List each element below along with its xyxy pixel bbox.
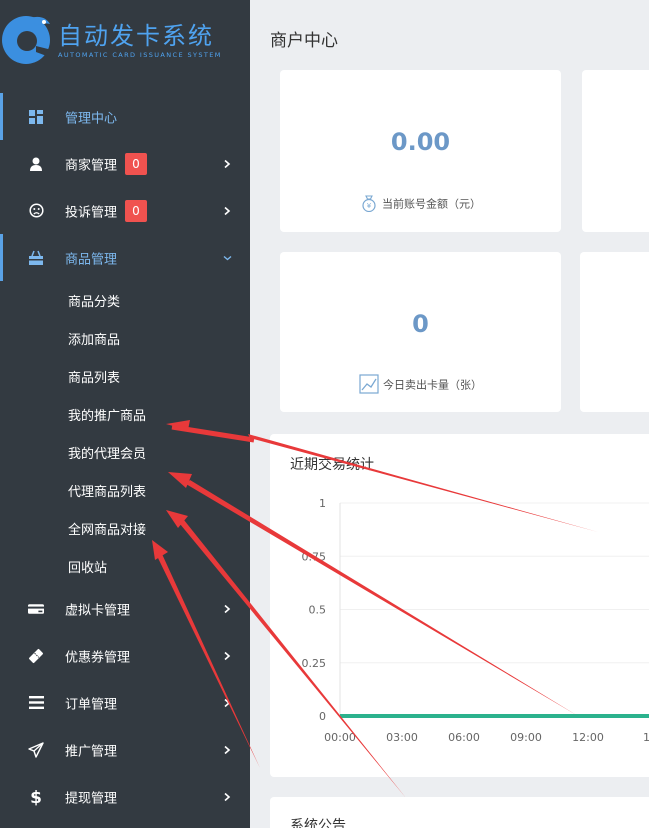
chevron-right-icon [224,792,231,801]
stat-label-row: ¥ 当前账号金额（元） [280,194,561,215]
stat-label: 当前账号金额（元） [382,197,481,211]
sidebar-menu: 管理中心 商家管理 0 投诉管理 0 商品管理 商品分类 添加商品 商品列表 我… [0,93,250,820]
sidebar-item-coupons[interactable]: 优惠券管理 [0,632,250,679]
chevron-right-icon [224,698,231,707]
chevron-right-icon [224,604,231,613]
sidebar-item-withdrawals[interactable]: $ 提现管理 [0,773,250,820]
svg-text:$: $ [30,788,42,806]
main-content: 商户中心 0.00 ¥ 当前账号金额（元） 0 今日卖出卡量（张） 近期交易统计… [250,0,649,828]
notice-panel: 系统公告 [270,797,649,828]
sidebar-item-orders[interactable]: 订单管理 [0,679,250,726]
stat-value: 0.00 [390,128,451,156]
chart-panel: 近期交易统计 0 0.25 0.5 0.75 1 00:00 03:00 06:00 09:00… [270,434,649,777]
submenu-item-categories[interactable]: 商品分类 [0,281,250,319]
sidebar: 自动发卡系统 AUTOMATIC CARD ISSUANCE SYSTEM 管理… [0,0,250,828]
stat-value: 0 [412,310,429,338]
list-icon [28,695,44,711]
chevron-right-icon [224,651,231,660]
sidebar-item-label: 订单管理 [65,697,118,712]
shopping-bag-icon [28,250,44,266]
submenu-item-network-product-docking[interactable]: 全网商品对接 [0,509,250,547]
stat-card-partial-right-2 [580,252,649,412]
sidebar-item-label: 推广管理 [65,744,118,759]
submenu-item-my-promoted-products[interactable]: 我的推广商品 [0,395,250,433]
ticket-icon [28,648,44,664]
y-tick-label: 0.25 [302,657,327,670]
stat-card-balance: 0.00 ¥ 当前账号金额（元） [280,70,561,232]
products-submenu: 商品分类 添加商品 商品列表 我的推广商品 我的代理会员 代理商品列表 全网商品… [0,281,250,585]
count-badge: 0 [125,152,147,175]
stat-card-cards-sold: 0 今日卖出卡量（张） [280,252,561,412]
x-tick-label: 12:00 [572,731,604,744]
sidebar-item-label: 商家管理 [65,158,118,173]
submenu-item-product-list[interactable]: 商品列表 [0,357,250,395]
logo: 自动发卡系统 AUTOMATIC CARD ISSUANCE SYSTEM [0,0,250,72]
stat-card-partial-right-1 [582,70,649,232]
sidebar-item-promotion[interactable]: 推广管理 [0,726,250,773]
sidebar-item-merchants[interactable]: 商家管理 0 [0,140,250,187]
sidebar-item-label: 管理中心 [65,111,118,126]
sidebar-item-products[interactable]: 商品管理 [0,234,250,281]
sidebar-item-label: 商品管理 [65,252,118,267]
x-tick-label: 09:00 [510,731,542,744]
submenu-item-add-product[interactable]: 添加商品 [0,319,250,357]
money-bag-icon: ¥ [360,194,378,215]
chevron-right-icon [224,745,231,754]
submenu-item-recycle-bin[interactable]: 回收站 [0,547,250,585]
submenu-item-my-agent-members[interactable]: 我的代理会员 [0,433,250,471]
chart-icon [359,374,379,397]
x-tick-label: 00:00 [324,731,356,744]
chevron-right-icon [224,159,231,168]
y-tick-label: 0.5 [309,604,327,617]
sidebar-item-complaints[interactable]: 投诉管理 0 [0,187,250,234]
sidebar-item-label: 投诉管理 [65,205,118,220]
sidebar-item-dashboard[interactable]: 管理中心 [0,93,250,140]
brand-title: 自动发卡系统 [58,22,214,50]
sidebar-item-label: 虚拟卡管理 [65,603,131,618]
sidebar-item-label: 提现管理 [65,791,118,806]
brand-subtitle: AUTOMATIC CARD ISSUANCE SYSTEM [58,51,222,59]
stat-label-row: 今日卖出卡量（张） [280,374,561,397]
y-tick-label: 0.75 [302,550,327,563]
x-tick-label: 03:00 [386,731,418,744]
card-icon [28,601,44,617]
user-icon [28,156,44,172]
chevron-right-icon [224,206,231,215]
x-tick-label: 06:00 [448,731,480,744]
y-tick-label: 1 [319,497,326,510]
submenu-item-agent-product-list[interactable]: 代理商品列表 [0,471,250,509]
chevron-down-icon [223,255,232,260]
paper-plane-icon [28,741,44,758]
stat-label: 今日卖出卡量（张） [383,378,482,392]
logo-mark-icon [2,16,52,64]
page-title: 商户中心 [270,31,338,51]
count-badge: 0 [125,199,147,222]
dollar-icon: $ [28,788,44,806]
x-tick-label: 15 [643,731,649,744]
transaction-line-chart: 0 0.25 0.5 0.75 1 00:00 03:00 06:00 09:00 12:00 15 [302,497,649,744]
svg-text:¥: ¥ [367,202,372,210]
notice-panel-title: 系统公告 [290,818,346,828]
sidebar-item-virtual-cards[interactable]: 虚拟卡管理 [0,585,250,632]
dashboard-icon [28,109,44,125]
sidebar-item-label: 优惠券管理 [65,650,131,665]
frown-icon [28,203,44,219]
y-tick-label: 0 [319,710,326,723]
